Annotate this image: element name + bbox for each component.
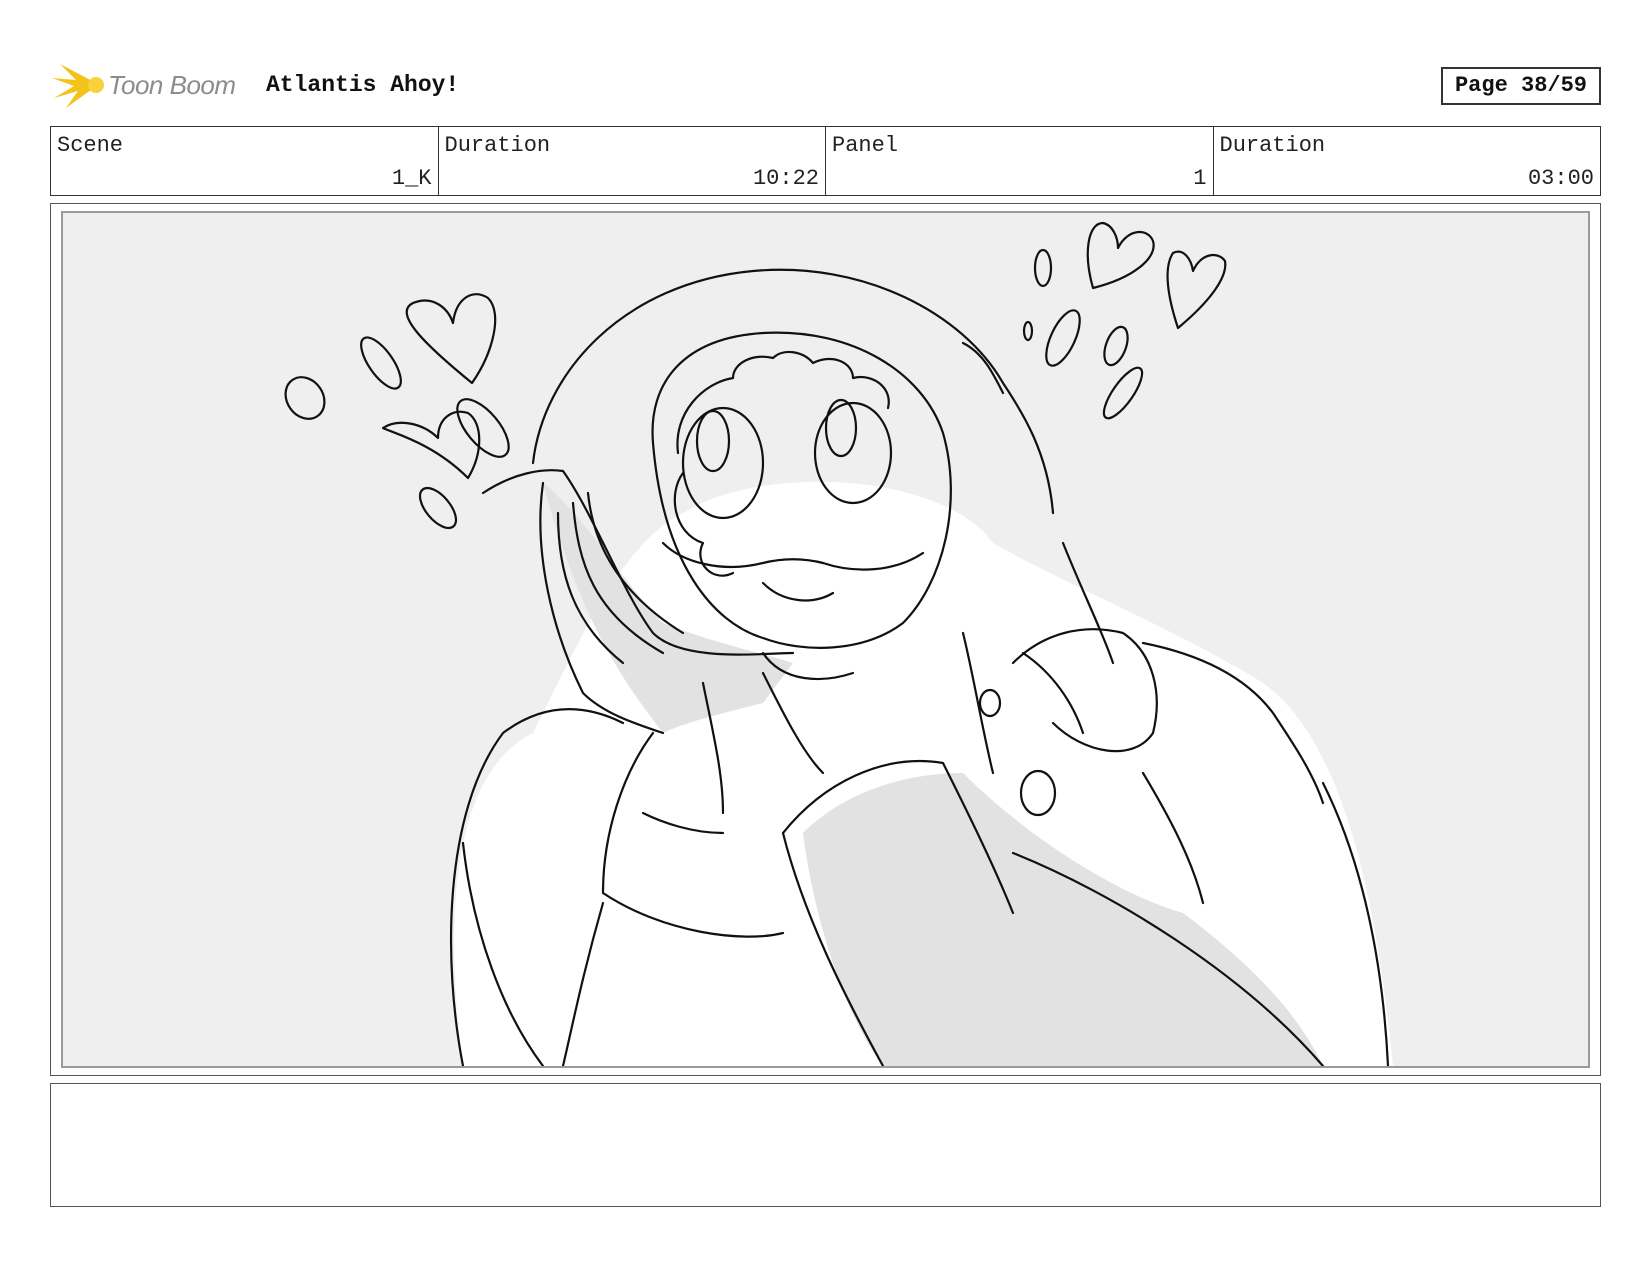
right-pupil	[824, 398, 858, 458]
bubble-right-1	[1033, 248, 1053, 288]
bubble-right-4	[1103, 325, 1129, 367]
starburst-logo-icon	[52, 64, 104, 108]
character-sketch	[284, 221, 1393, 1066]
logo-wordmark: Toon Boom	[108, 70, 236, 100]
scene-duration-cell: Duration 10:22	[439, 127, 826, 195]
toon-boom-logo: Toon Boom	[52, 58, 252, 112]
panel-cell: Panel 1	[826, 127, 1214, 195]
panel-notes-box	[50, 1083, 1601, 1207]
panel-duration-value: 03:00	[1527, 166, 1594, 191]
heart-right-side	[1166, 250, 1227, 330]
page-indicator: Page 38/59	[1441, 67, 1601, 105]
project-title: Atlantis Ahoy!	[266, 72, 460, 98]
heart-right-top	[1086, 221, 1155, 290]
scene-info-table: Scene 1_K Duration 10:22 Panel 1 Duratio…	[50, 126, 1601, 196]
panel-duration-cell: Duration 03:00	[1214, 127, 1601, 195]
panel-value: 1	[1193, 166, 1207, 191]
scene-label: Scene	[57, 133, 124, 158]
left-pupil	[695, 409, 731, 473]
scene-duration-value: 10:22	[752, 166, 819, 191]
bubble-right-3	[1045, 309, 1081, 367]
bubble-right-5	[1102, 366, 1144, 420]
scene-value: 1_K	[391, 166, 432, 191]
bubble-right-2	[1022, 320, 1034, 342]
heart-left-top	[405, 293, 497, 385]
scene-duration-label: Duration	[444, 133, 551, 158]
scene-cell: Scene 1_K	[51, 127, 439, 195]
storyboard-panel-frame	[50, 203, 1601, 1076]
bubble-left-2	[360, 336, 402, 390]
storyboard-panel-image	[61, 211, 1590, 1068]
bubble-left-1	[284, 376, 326, 420]
hood-outline	[531, 268, 1055, 515]
heart-left-mid	[381, 410, 481, 480]
bubble-left-3	[456, 398, 510, 458]
bubble-left-4	[418, 486, 458, 530]
panel-label: Panel	[832, 133, 899, 158]
hood-side	[961, 341, 1005, 395]
panel-duration-label: Duration	[1219, 133, 1326, 158]
